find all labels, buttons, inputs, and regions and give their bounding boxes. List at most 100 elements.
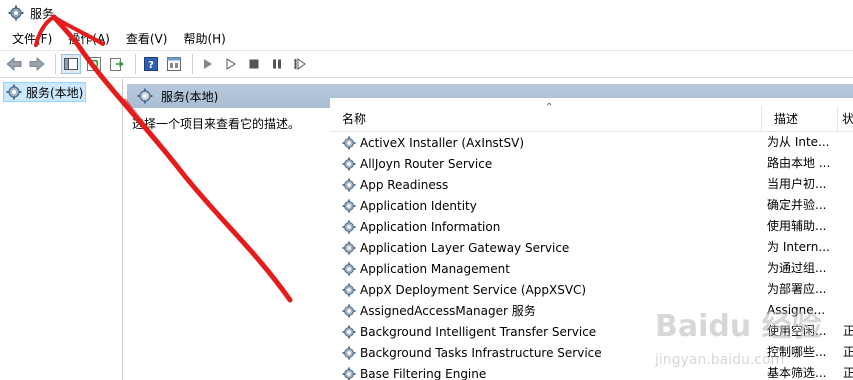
service-description: 使用辅助... xyxy=(767,219,827,233)
service-status: 正 xyxy=(843,345,853,359)
show-tree-icon[interactable] xyxy=(61,54,81,74)
service-description: 当用户初... xyxy=(767,177,827,191)
console-tree: 服务(本地) xyxy=(0,79,123,380)
service-name: Application Management xyxy=(360,261,510,276)
service-row[interactable]: AssignedAccessManager 服务 Assigne... xyxy=(330,300,853,321)
toolbar-divider xyxy=(192,54,193,74)
service-description: 控制哪些... xyxy=(767,345,827,359)
forward-icon[interactable] xyxy=(27,54,47,74)
service-status: 正 xyxy=(843,324,853,338)
service-name: ActiveX Installer (AxInstSV) xyxy=(360,135,525,150)
service-row[interactable]: App Readiness 当用户初... xyxy=(330,174,853,195)
service-name-cell: Application Identity xyxy=(342,195,477,216)
service-row[interactable]: Application Identity 确定并验... xyxy=(330,195,853,216)
service-status xyxy=(843,258,853,279)
menu-file[interactable]: 文件(F) xyxy=(4,29,60,49)
service-name: Background Tasks Infrastructure Service xyxy=(360,345,602,360)
service-description: 基本筛选... xyxy=(767,366,827,380)
service-description: 为从 Inte... xyxy=(767,135,830,149)
service-description: Assigne... xyxy=(767,303,826,317)
services-gear-icon xyxy=(6,84,22,100)
start-service-icon[interactable] xyxy=(198,54,218,74)
service-name: AppX Deployment Service (AppXSVC) xyxy=(360,282,587,297)
menu-view[interactable]: 查看(V) xyxy=(118,29,176,49)
export-icon[interactable] xyxy=(107,54,127,74)
menu-help[interactable]: 帮助(H) xyxy=(175,29,233,49)
services-list: ⌃ 名称 描述 状 ActiveX Installer (AxInstSV) 为从… xyxy=(330,98,853,380)
service-gear-icon xyxy=(342,261,356,276)
pause-icon[interactable] xyxy=(267,54,287,74)
service-gear-icon xyxy=(342,282,356,297)
service-description: 为 Intern... xyxy=(767,240,830,254)
service-name-cell: Background Tasks Infrastructure Service xyxy=(342,342,602,363)
service-status xyxy=(843,153,853,174)
window-title: 服务 xyxy=(30,6,55,21)
service-name: AssignedAccessManager 服务 xyxy=(360,304,536,318)
service-status xyxy=(843,132,853,153)
service-gear-icon xyxy=(342,156,356,171)
pane-header-title: 服务(本地) xyxy=(161,89,219,104)
service-name-cell: Application Layer Gateway Service xyxy=(342,237,569,258)
service-status xyxy=(843,216,853,237)
column-header-description[interactable]: 描述 xyxy=(762,106,838,132)
refresh-icon[interactable] xyxy=(84,54,104,74)
service-gear-icon xyxy=(342,177,356,192)
help-icon[interactable]: ? xyxy=(141,54,161,74)
start-icon[interactable] xyxy=(221,54,241,74)
back-icon[interactable] xyxy=(4,54,24,74)
service-gear-icon xyxy=(342,303,356,318)
service-row[interactable]: Background Intelligent Transfer Service 使… xyxy=(330,321,853,342)
service-status: 正 xyxy=(843,366,853,380)
properties-icon[interactable] xyxy=(164,54,184,74)
service-row[interactable]: AppX Deployment Service (AppXSVC) 为部署应... xyxy=(330,279,853,300)
service-gear-icon xyxy=(342,366,356,380)
service-row[interactable]: Application Layer Gateway Service 为 Inter… xyxy=(330,237,853,258)
service-description: 使用空闲... xyxy=(767,324,827,338)
menu-action[interactable]: 操作(A) xyxy=(60,29,118,49)
service-name-cell: AllJoyn Router Service xyxy=(342,153,492,174)
service-name-cell: Background Intelligent Transfer Service xyxy=(342,321,596,342)
service-row[interactable]: ActiveX Installer (AxInstSV) 为从 Inte... xyxy=(330,132,853,153)
toolbar-divider xyxy=(55,54,56,74)
service-gear-icon xyxy=(342,324,356,339)
service-name: Application Identity xyxy=(360,198,477,213)
service-row[interactable]: AllJoyn Router Service 路由本地 ... xyxy=(330,153,853,174)
service-name-cell: Application Information xyxy=(342,216,500,237)
services-gear-icon xyxy=(8,5,24,21)
service-status xyxy=(843,237,853,258)
svg-text:?: ? xyxy=(148,60,154,71)
services-rows: ActiveX Installer (AxInstSV) 为从 Inte... Al… xyxy=(330,132,853,380)
service-name: Background Intelligent Transfer Service xyxy=(360,324,597,339)
menu-bar: 文件(F) 操作(A) 查看(V) 帮助(H) xyxy=(0,28,853,50)
description-hint: 选择一个项目来查看它的描述。 xyxy=(132,117,301,131)
service-name: Application Information xyxy=(360,219,501,234)
service-gear-icon xyxy=(342,135,356,150)
service-status xyxy=(843,174,853,195)
toolbar: ? xyxy=(0,50,853,78)
service-name: AllJoyn Router Service xyxy=(360,156,493,171)
services-gear-icon xyxy=(137,88,153,104)
service-gear-icon xyxy=(342,198,356,213)
service-description: 路由本地 ... xyxy=(767,156,831,170)
service-status xyxy=(843,300,853,321)
service-description: 为部署应... xyxy=(767,282,827,296)
service-row[interactable]: Base Filtering Engine 基本筛选... 正 xyxy=(330,363,853,380)
column-header-status[interactable]: 状 xyxy=(838,106,853,132)
service-gear-icon xyxy=(342,240,356,255)
service-row[interactable]: Application Management 为通过组... xyxy=(330,258,853,279)
column-header-name[interactable]: 名称 xyxy=(330,106,762,132)
service-name-cell: AssignedAccessManager 服务 xyxy=(342,300,536,321)
service-name-cell: App Readiness xyxy=(342,174,448,195)
service-name-cell: AppX Deployment Service (AppXSVC) xyxy=(342,279,586,300)
service-row[interactable]: Application Information 使用辅助... xyxy=(330,216,853,237)
service-gear-icon xyxy=(342,219,356,234)
stop-icon[interactable] xyxy=(244,54,264,74)
tree-item-services-local[interactable]: 服务(本地) xyxy=(3,82,87,102)
list-header: ⌃ 名称 描述 状 xyxy=(330,102,853,132)
service-gear-icon xyxy=(342,345,356,360)
tree-item-label: 服务(本地) xyxy=(26,85,84,100)
service-status xyxy=(843,279,853,300)
service-name: Application Layer Gateway Service xyxy=(360,240,570,255)
resume-icon[interactable] xyxy=(290,54,310,74)
service-row[interactable]: Background Tasks Infrastructure Service 控… xyxy=(330,342,853,363)
